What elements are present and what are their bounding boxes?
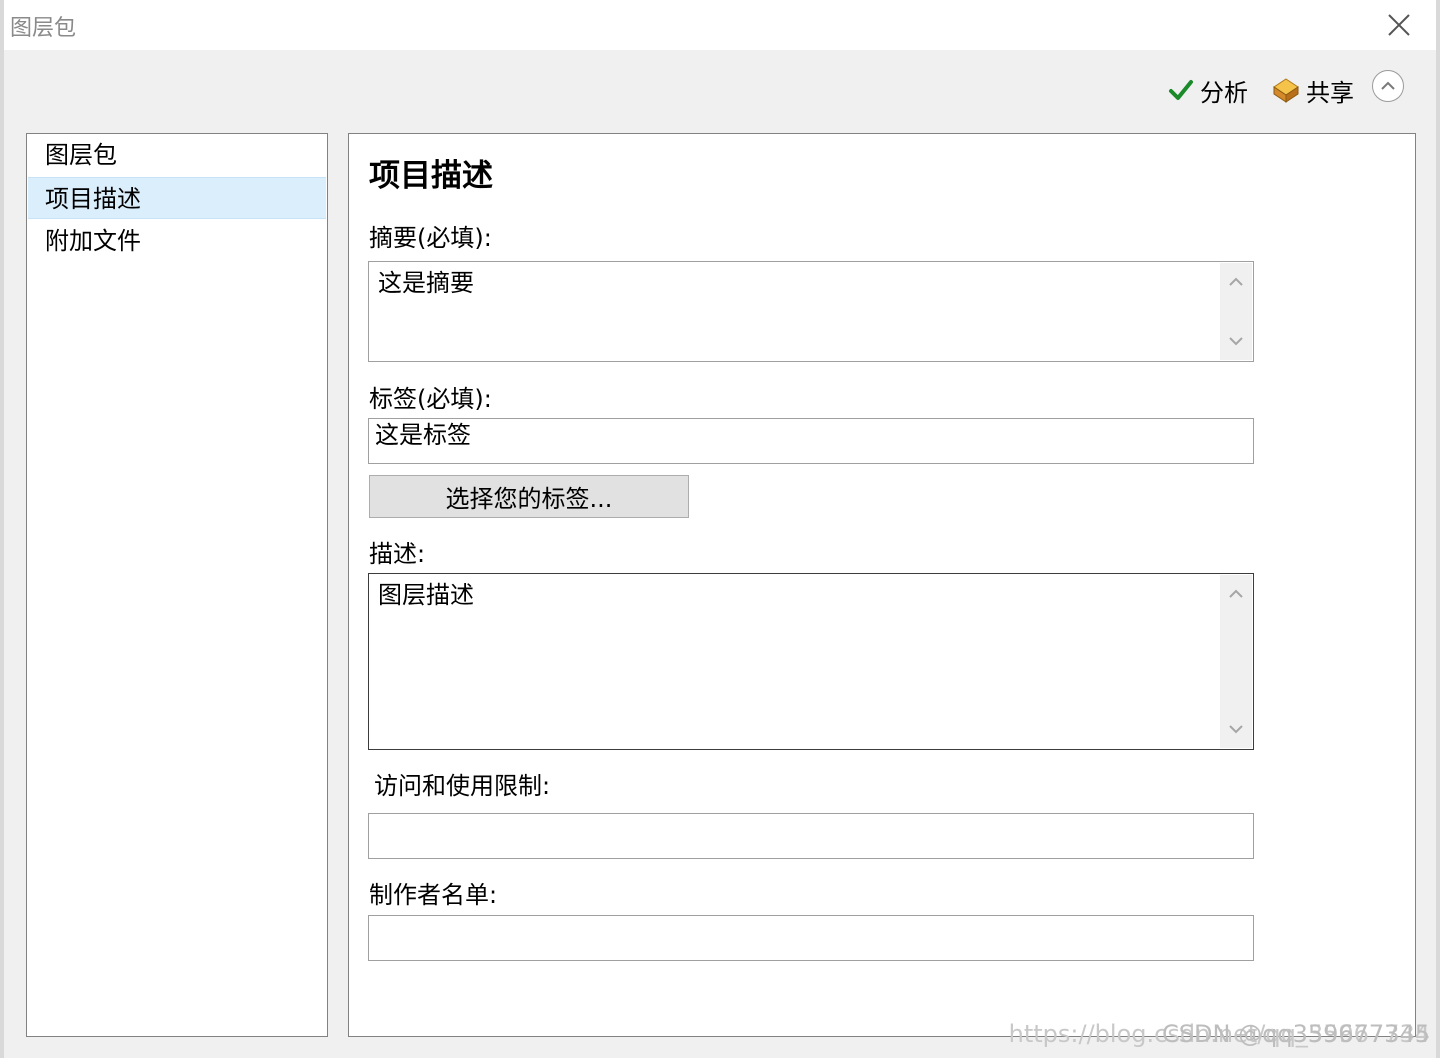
credits-input[interactable]: [368, 915, 1254, 961]
nav-item-label: 附加文件: [45, 227, 141, 255]
chevron-up-icon: [1381, 81, 1395, 90]
checkmark-icon: [1168, 77, 1194, 103]
description-label: 描述:: [369, 540, 426, 568]
summary-textarea[interactable]: 这是摘要: [368, 261, 1254, 362]
scroll-down-button[interactable]: [1220, 714, 1252, 744]
share-label: 共享: [1306, 78, 1354, 107]
nav-item-label: 项目描述: [45, 185, 141, 213]
choose-tags-button[interactable]: 选择您的标签...: [369, 475, 689, 518]
chevron-up-icon: [1229, 277, 1243, 286]
credits-label: 制作者名单:: [369, 881, 498, 909]
scroll-up-button[interactable]: [1220, 267, 1252, 297]
summary-label: 摘要(必填):: [369, 224, 492, 252]
scroll-up-button[interactable]: [1220, 579, 1252, 609]
nav-item-label: 图层包: [45, 141, 117, 169]
section-title: 项目描述: [369, 158, 493, 194]
close-button[interactable]: [1382, 8, 1416, 42]
share-button[interactable]: 共享: [1272, 72, 1354, 108]
chevron-down-icon: [1229, 725, 1243, 734]
dialog-window: 图层包 分析 共享 图层包 项目描述 附加文件 项目描述 摘要(必填): 这是摘…: [0, 0, 1440, 1058]
description-value: 图层描述: [378, 581, 474, 609]
summary-value: 这是摘要: [378, 269, 474, 297]
close-icon: [1388, 14, 1410, 36]
watermark-csdn: CSDN @qq359677345: [1162, 1020, 1430, 1048]
description-scrollbar[interactable]: [1220, 575, 1252, 748]
content-panel: 项目描述 摘要(必填): 这是摘要 标签(必填): 这是标签 选择您的标签...…: [348, 133, 1416, 1037]
chevron-up-icon: [1229, 589, 1243, 598]
analyze-label: 分析: [1200, 78, 1248, 107]
share-package-icon: [1272, 76, 1300, 104]
nav-panel: 图层包 项目描述 附加文件: [26, 133, 328, 1037]
analyze-button[interactable]: 分析: [1168, 72, 1248, 108]
window-title: 图层包: [10, 16, 77, 41]
title-bar: 图层包: [4, 0, 1436, 50]
chevron-down-icon: [1229, 337, 1243, 346]
scroll-down-button[interactable]: [1220, 326, 1252, 356]
nav-item-layer-package[interactable]: 图层包: [28, 134, 326, 176]
summary-scrollbar[interactable]: [1220, 263, 1252, 360]
tags-input[interactable]: 这是标签: [368, 418, 1254, 464]
tags-value: 这是标签: [375, 421, 471, 449]
collapse-button[interactable]: [1372, 70, 1404, 102]
access-limits-label: 访问和使用限制:: [374, 772, 551, 800]
tags-label: 标签(必填):: [369, 385, 492, 413]
nav-item-attachments[interactable]: 附加文件: [28, 220, 326, 262]
access-limits-input[interactable]: [368, 813, 1254, 859]
description-textarea[interactable]: 图层描述: [368, 573, 1254, 750]
nav-item-item-description[interactable]: 项目描述: [28, 177, 326, 219]
